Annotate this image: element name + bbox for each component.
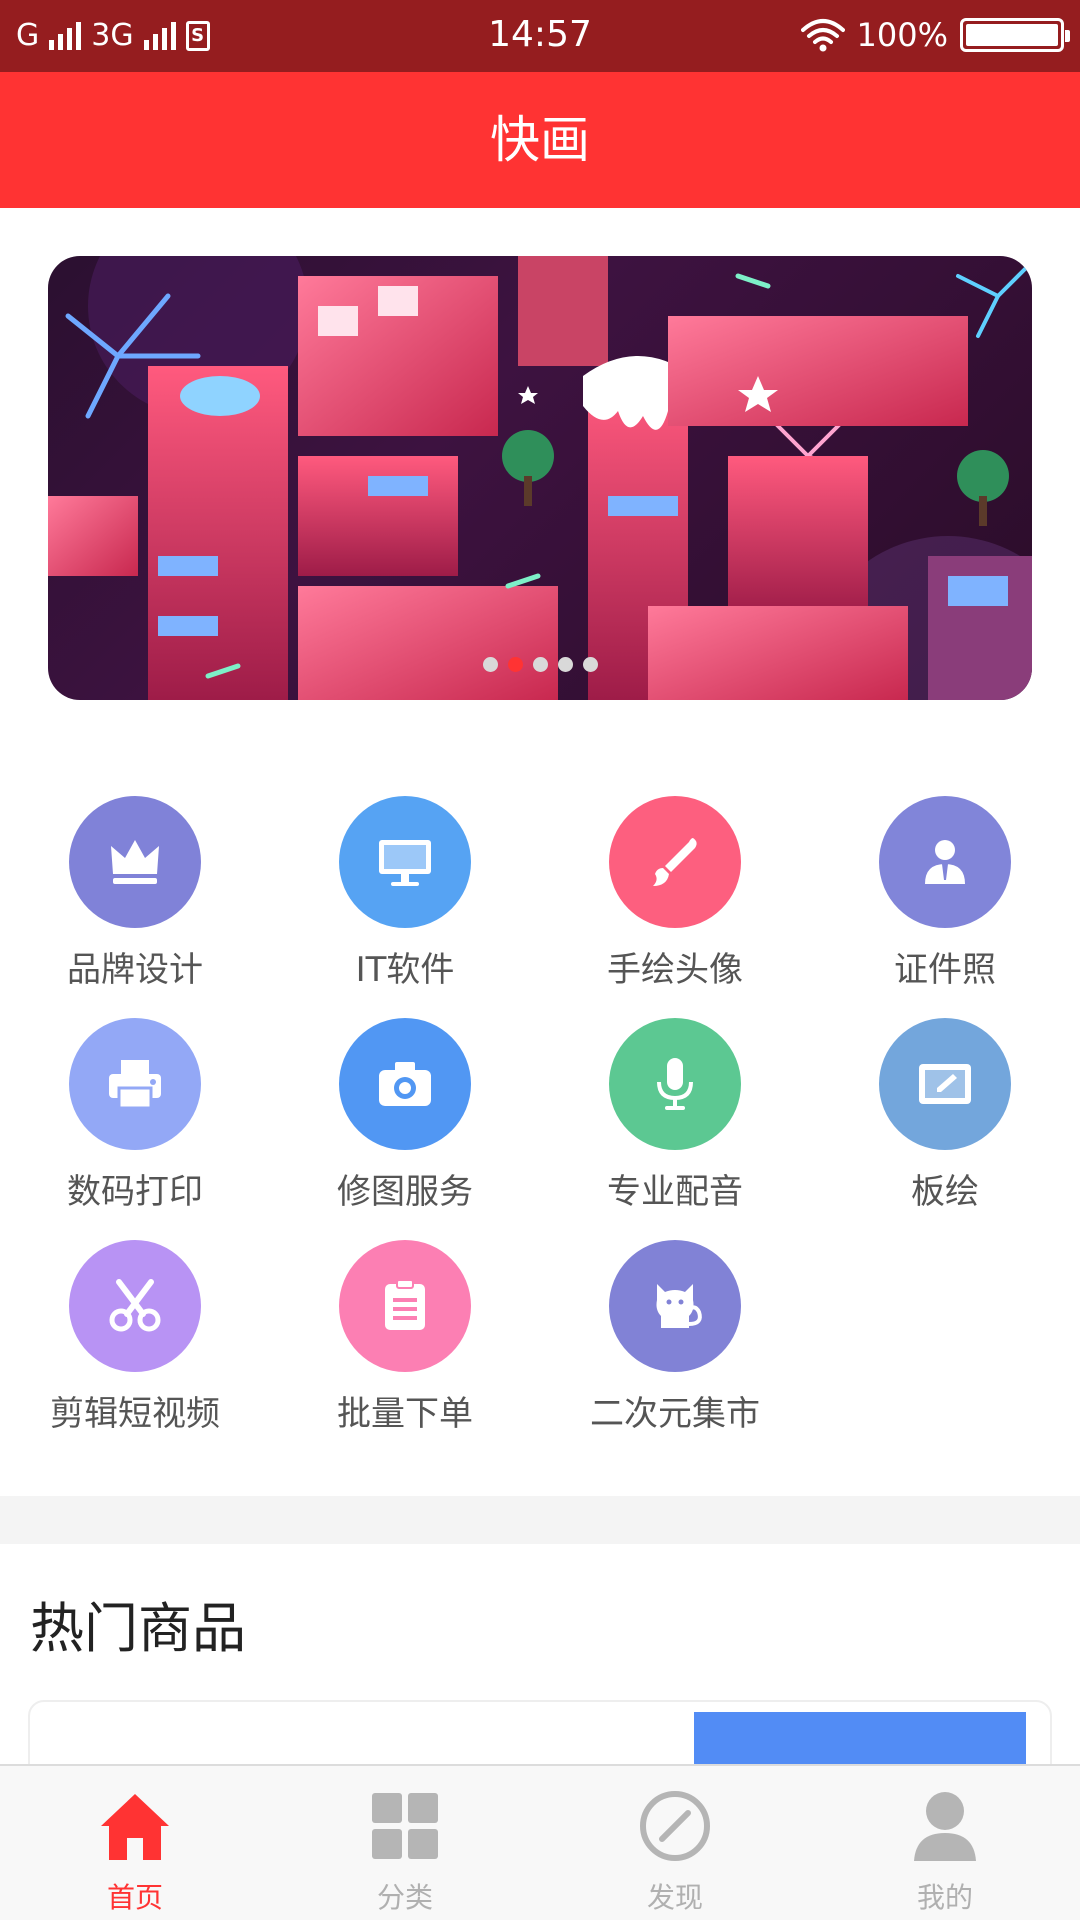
category-item[interactable]: 剪辑短视频 — [0, 1240, 270, 1435]
tab-label: 首页 — [106, 1881, 163, 1914]
microphone-icon — [609, 1018, 741, 1150]
category-item[interactable]: 品牌设计 — [0, 796, 270, 991]
category-item[interactable]: IT软件 — [270, 796, 540, 991]
tab-home[interactable]: 首页 — [0, 1766, 270, 1920]
app-header: 快画 — [0, 72, 1080, 208]
category-item[interactable]: 数码打印 — [0, 1018, 270, 1213]
category-item[interactable]: 修图服务 — [270, 1018, 540, 1213]
carousel-dot[interactable] — [482, 657, 498, 672]
user-icon — [914, 1792, 976, 1861]
clipboard-icon — [339, 1240, 471, 1372]
category-label: 品牌设计 — [67, 950, 203, 990]
tab-mine[interactable]: 我的 — [810, 1766, 1080, 1920]
category-label: 数码打印 — [67, 1172, 203, 1212]
section-title: 热门商品 — [30, 1597, 246, 1660]
category-label: 二次元集市 — [590, 1394, 760, 1434]
category-label: 批量下单 — [337, 1394, 473, 1434]
bottom-tab-bar: 首页 分类 发现 我的 — [0, 1764, 1080, 1920]
category-label: 手绘头像 — [607, 950, 743, 990]
battery-icon — [960, 18, 1070, 52]
carousel-dot[interactable] — [582, 657, 598, 672]
grid-icon — [372, 1793, 438, 1859]
category-item[interactable]: 专业配音 — [540, 1018, 810, 1213]
tab-category[interactable]: 分类 — [270, 1766, 540, 1920]
battery-percent: 100% — [856, 16, 948, 54]
carousel-dot[interactable] — [557, 657, 573, 672]
page-title: 快画 — [490, 111, 590, 169]
compass-icon — [640, 1791, 710, 1861]
id-photo-icon — [879, 796, 1011, 928]
category-item[interactable]: 二次元集市 — [540, 1240, 810, 1435]
category-label: 证件照 — [894, 950, 996, 990]
crown-icon — [69, 796, 201, 928]
home-content: 品牌设计 IT软件 手绘头像 证件照数码打印 修图服务 专业配音 板绘剪辑短视频 批量下单 二次… — [0, 208, 1080, 1496]
category-label: 修图服务 — [337, 1172, 473, 1212]
category-label: 专业配音 — [607, 1172, 743, 1212]
category-item[interactable]: 批量下单 — [270, 1240, 540, 1435]
banner-carousel[interactable] — [48, 256, 1032, 700]
hot-products-section: 热门商品 — [0, 1544, 1080, 1820]
tab-discover[interactable]: 发现 — [540, 1766, 810, 1920]
category-item[interactable]: 证件照 — [810, 796, 1080, 991]
home-icon — [101, 1794, 169, 1860]
wifi-icon — [800, 19, 845, 52]
tab-label: 发现 — [646, 1881, 703, 1914]
carousel-dot[interactable] — [532, 657, 548, 672]
cat-icon — [609, 1240, 741, 1372]
banner-image — [48, 256, 1032, 700]
category-label: 剪辑短视频 — [50, 1394, 220, 1434]
brush-icon — [609, 796, 741, 928]
status-bar: G 3G S 14:57 100% — [0, 0, 1080, 72]
monitor-icon — [339, 796, 471, 928]
tab-label: 我的 — [916, 1881, 973, 1914]
scissors-icon — [69, 1240, 201, 1372]
category-label: 板绘 — [911, 1172, 979, 1212]
printer-icon — [69, 1018, 201, 1150]
category-item[interactable]: 板绘 — [810, 1018, 1080, 1213]
category-item[interactable]: 手绘头像 — [540, 796, 810, 991]
camera-icon — [339, 1018, 471, 1150]
carousel-indicator — [48, 657, 1032, 672]
carousel-dot[interactable] — [507, 657, 523, 672]
category-label: IT软件 — [355, 950, 455, 990]
tab-label: 分类 — [376, 1881, 433, 1914]
tablet-icon — [879, 1018, 1011, 1150]
